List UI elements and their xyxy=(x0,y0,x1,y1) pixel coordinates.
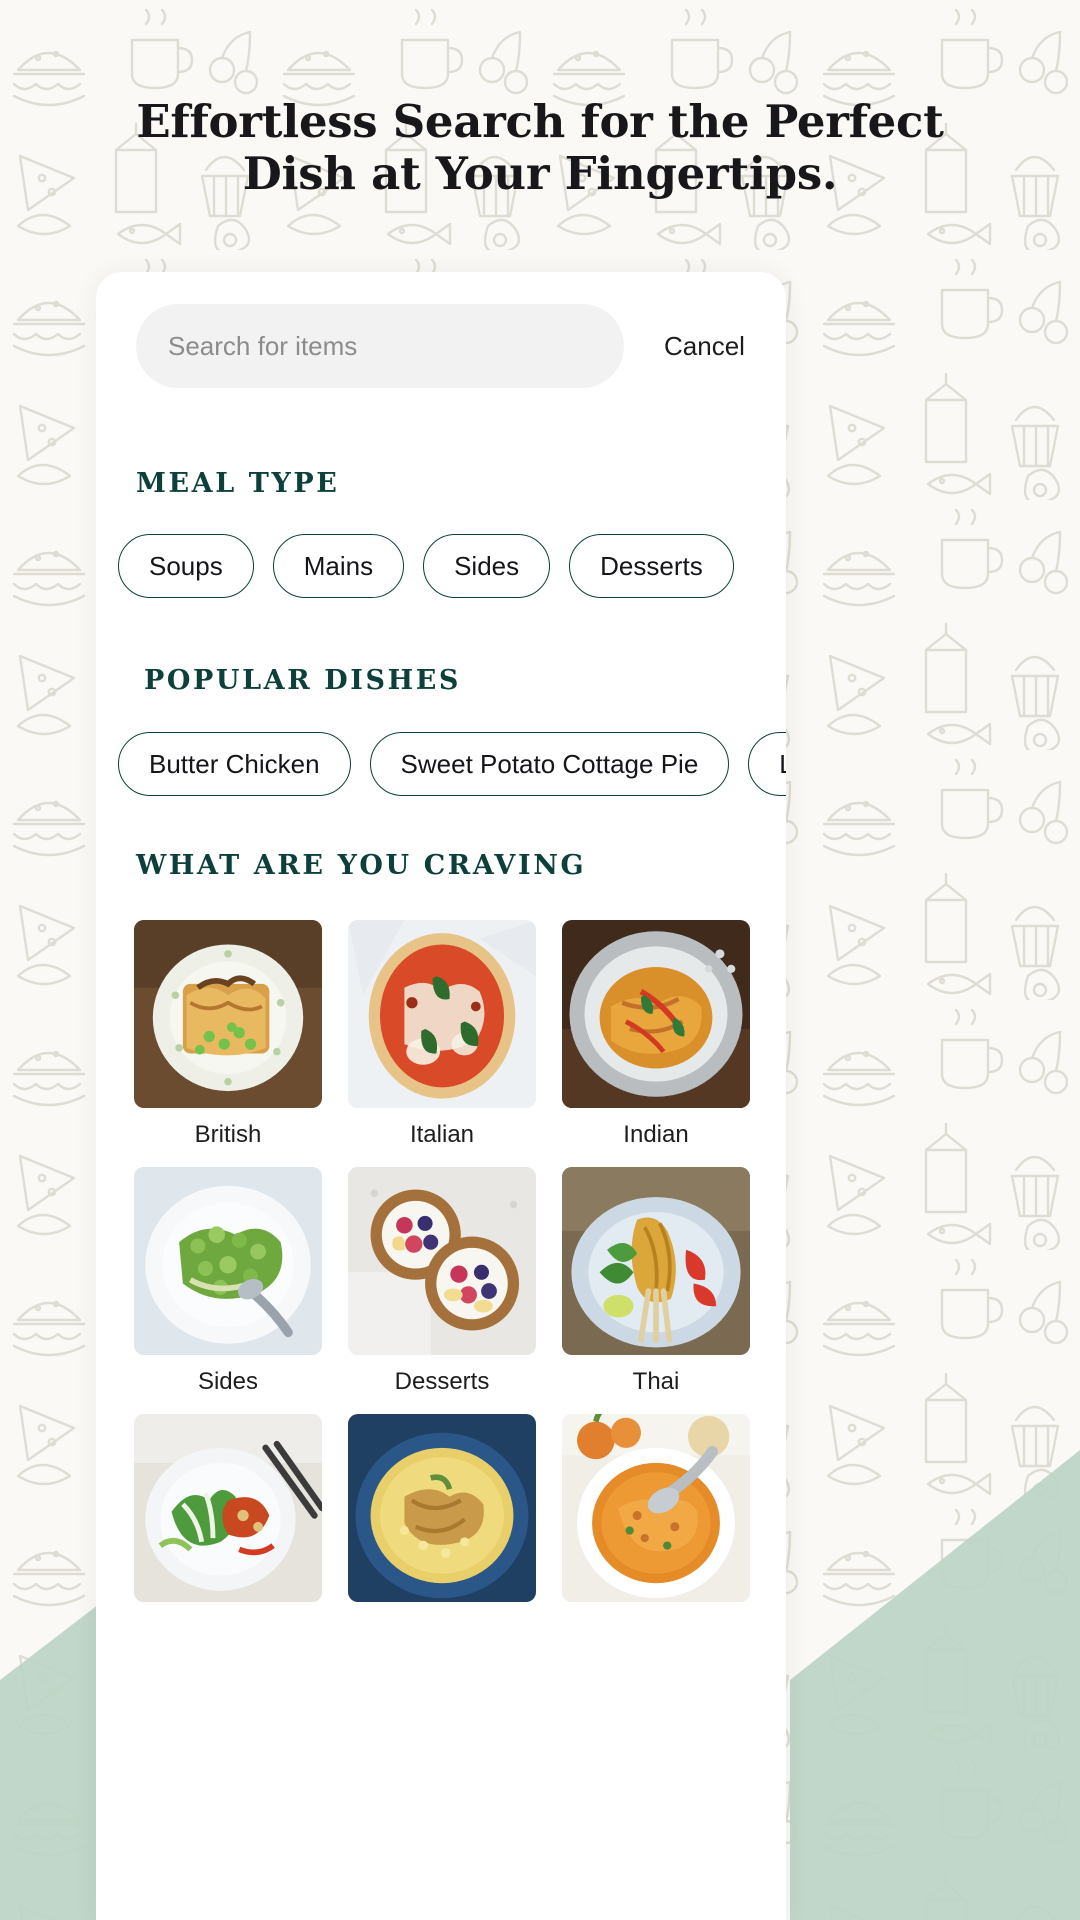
craving-item-italian[interactable]: Italian xyxy=(348,920,536,1149)
curry-in-bowl-image[interactable] xyxy=(562,920,750,1108)
cancel-button[interactable]: Cancel xyxy=(652,331,757,362)
craving-item-label: Sides xyxy=(197,1368,259,1395)
meal-type-chip-mains[interactable]: Mains xyxy=(272,534,405,598)
margherita-pizza-image[interactable] xyxy=(348,920,536,1108)
craving-item-label: Thai xyxy=(632,1368,680,1395)
craving-item-label: Italian xyxy=(409,1121,475,1148)
search-bar-row: Cancel xyxy=(136,304,786,388)
craving-grid: British Italian Indian Sides Desserts Thai xyxy=(134,920,750,1602)
craving-item-british[interactable]: British xyxy=(134,920,322,1149)
craving-heading: WHAT ARE YOU CRAVING xyxy=(136,850,587,881)
chip-label: La xyxy=(779,749,786,780)
craving-item-indian[interactable]: Indian xyxy=(562,920,750,1149)
craving-item-label: Desserts xyxy=(394,1368,490,1395)
popular-dish-chip-la[interactable]: La xyxy=(748,732,786,796)
headline-line-1: Effortless Search for the Perfect xyxy=(136,95,944,148)
chip-label: Sides xyxy=(454,550,520,581)
popular-dish-chip-sweet-potato-cottage-pie[interactable]: Sweet Potato Cottage Pie xyxy=(369,732,730,796)
craving-item-label: Indian xyxy=(623,1121,689,1148)
craving-item[interactable] xyxy=(562,1414,750,1602)
cottage-pie-on-floral-plate-image[interactable] xyxy=(134,920,322,1108)
search-field-container[interactable] xyxy=(136,304,624,388)
page-headline: Effortless Search for the Perfect Dish a… xyxy=(0,96,1080,200)
popular-dishes-heading: POPULAR DISHES xyxy=(144,665,461,696)
craving-item[interactable] xyxy=(134,1414,322,1602)
popular-dishes-chip-row: Butter Chicken Sweet Potato Cottage Pie La xyxy=(118,732,786,796)
craving-item-desserts[interactable]: Desserts xyxy=(348,1167,536,1396)
chip-label: Mains xyxy=(303,550,374,581)
chip-label: Desserts xyxy=(600,550,703,581)
bok-choy-rice-bowl-image[interactable] xyxy=(134,1414,322,1602)
craving-item-sides[interactable]: Sides xyxy=(134,1167,322,1396)
craving-item-thai[interactable]: Thai xyxy=(562,1167,750,1396)
headline-line-2: Dish at Your Fingertips. xyxy=(242,146,838,200)
chip-label: Soups xyxy=(149,550,223,581)
search-input[interactable] xyxy=(168,330,592,362)
phone-screen-card: Cancel MEAL TYPE Soups Mains Sides Desserts… xyxy=(96,272,786,1920)
chip-label: Sweet Potato Cottage Pie xyxy=(400,748,699,779)
fruit-tarts-image[interactable] xyxy=(348,1167,536,1355)
chip-label: Butter Chicken xyxy=(149,748,320,779)
craving-item-label: British xyxy=(194,1121,262,1148)
meal-type-chip-sides[interactable]: Sides xyxy=(423,534,551,598)
meal-type-chip-soups[interactable]: Soups xyxy=(118,534,254,598)
popular-dish-chip-butter-chicken[interactable]: Butter Chicken xyxy=(118,732,351,796)
meal-type-chip-row: Soups Mains Sides Desserts xyxy=(118,534,786,598)
meal-type-heading: MEAL TYPE xyxy=(136,468,340,499)
satay-skewers-image[interactable] xyxy=(562,1167,750,1355)
meal-type-chip-desserts[interactable]: Desserts xyxy=(569,534,734,598)
chicken-corn-soup-image[interactable] xyxy=(348,1414,536,1602)
green-salad-plate-image[interactable] xyxy=(134,1167,322,1355)
lentil-soup-bowl-image[interactable] xyxy=(562,1414,750,1602)
craving-item[interactable] xyxy=(348,1414,536,1602)
